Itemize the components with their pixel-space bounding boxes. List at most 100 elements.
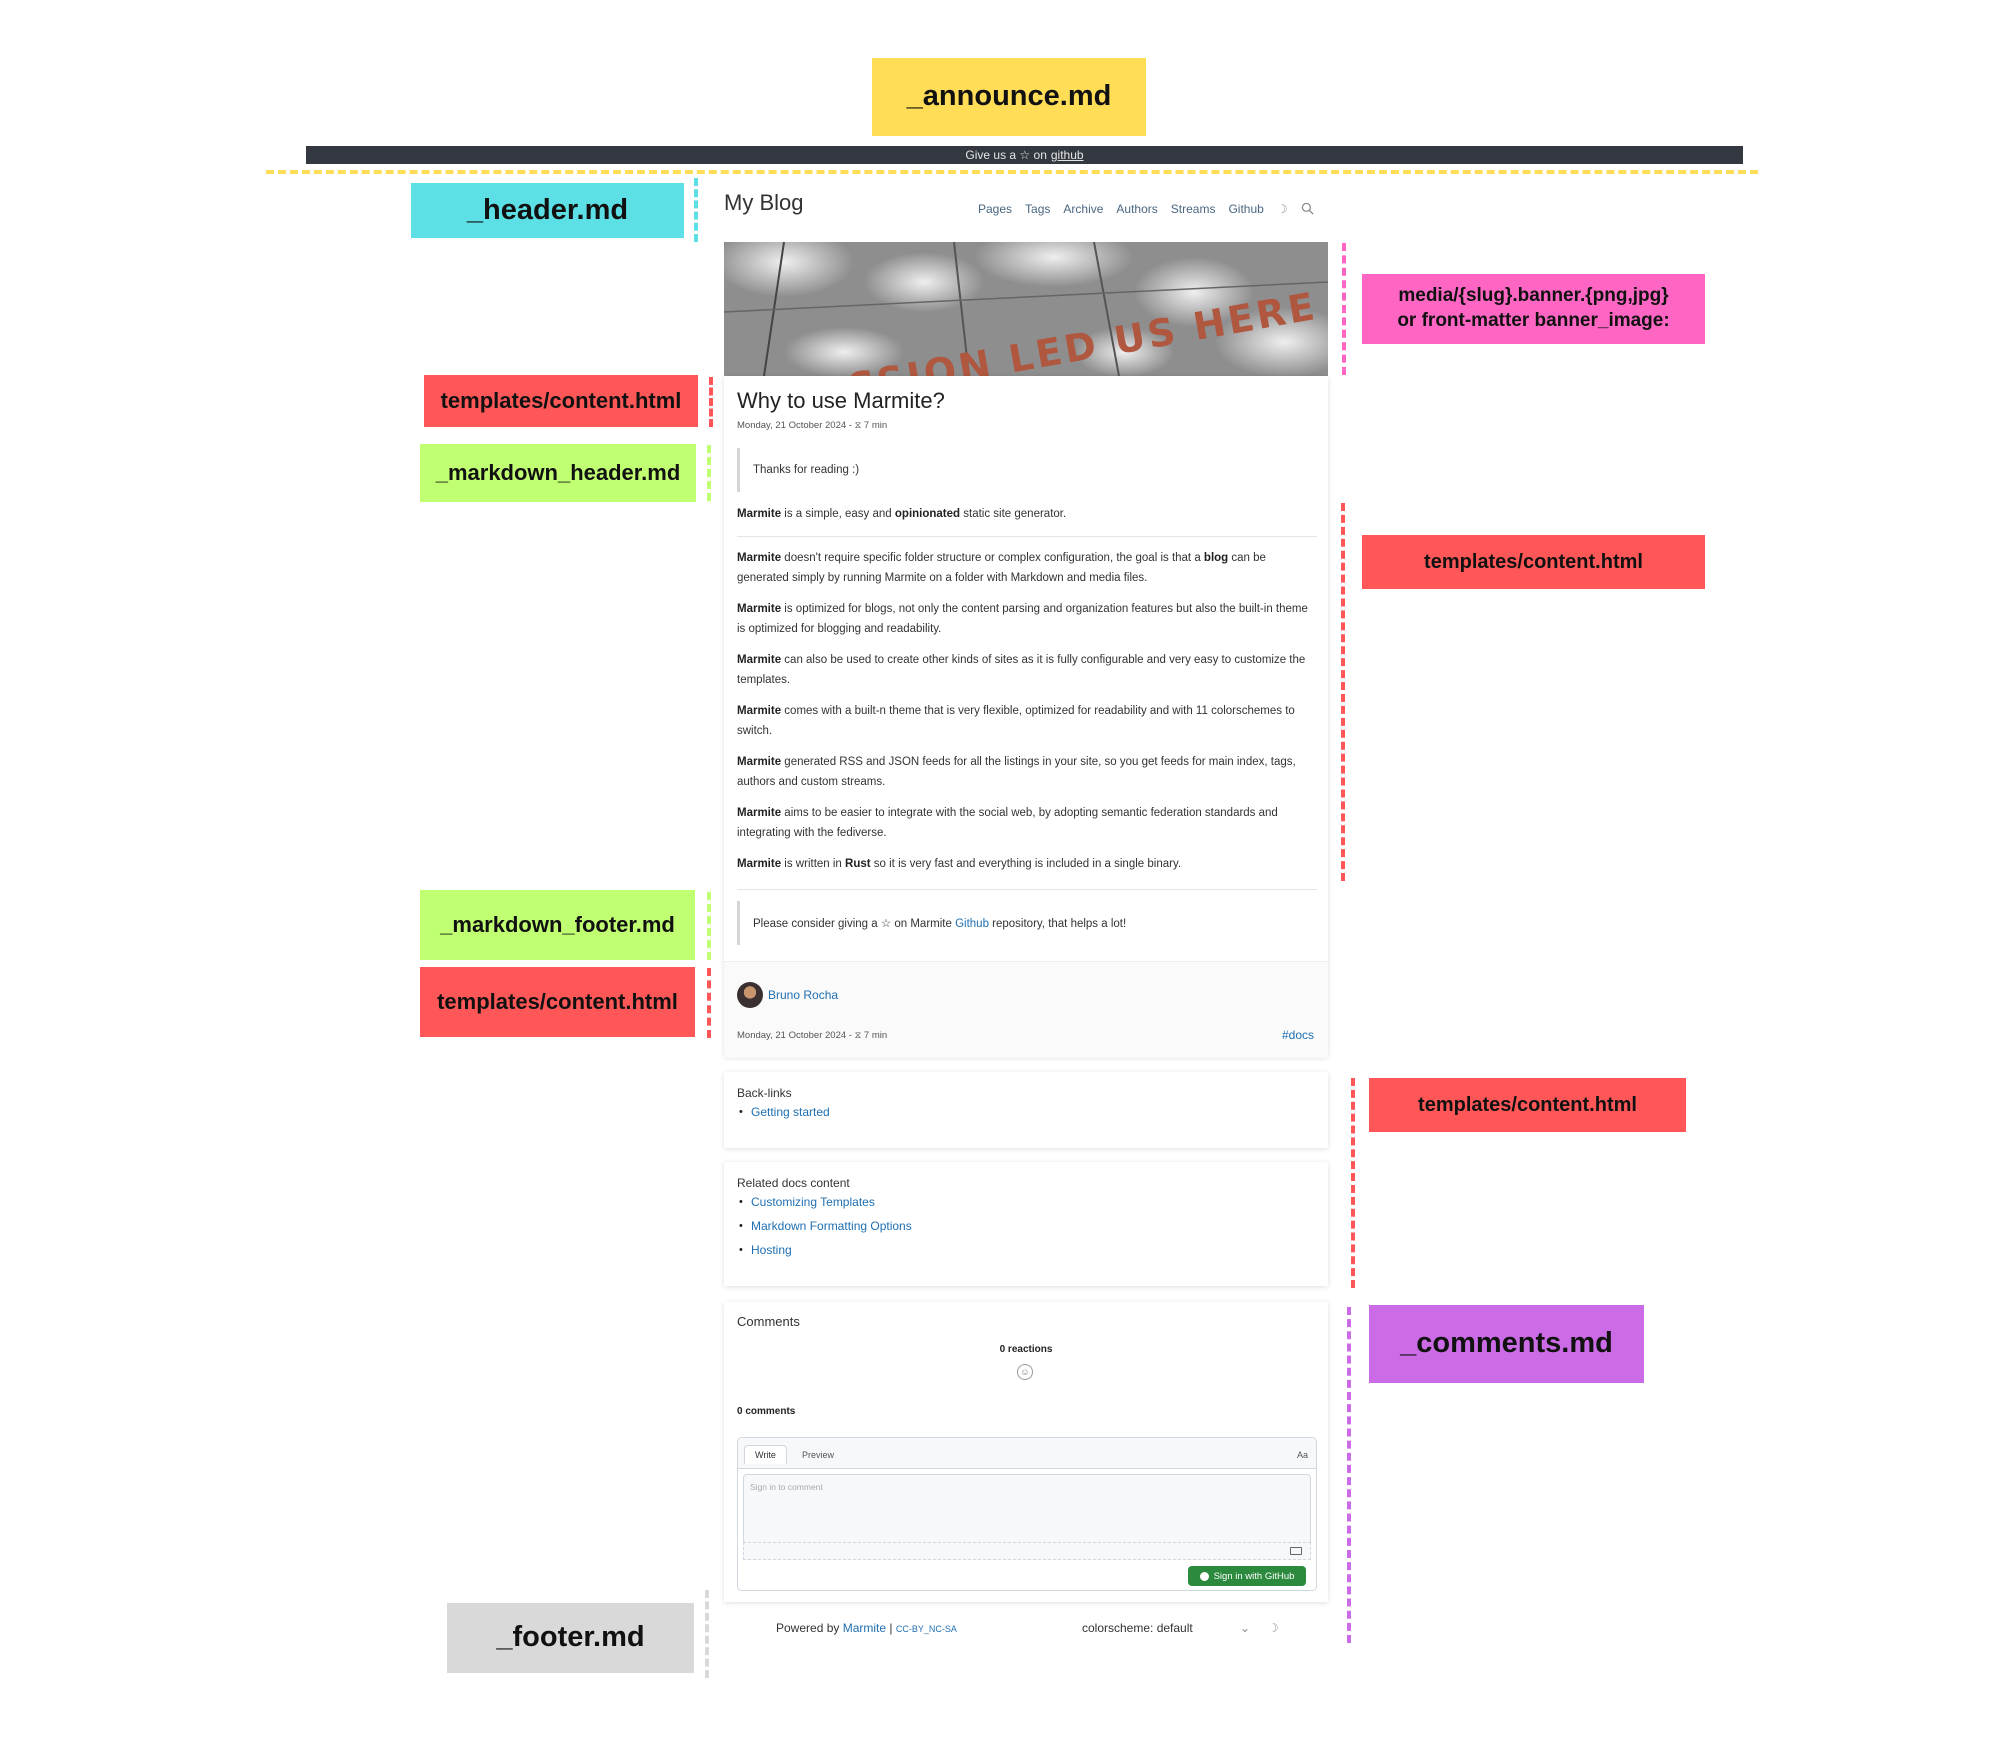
markdown-footer-label: _markdown_footer.md	[420, 890, 695, 960]
sign-in-github-button[interactable]: Sign in with GitHub	[1188, 1566, 1306, 1586]
related-card: Related docs content Customizing Templat…	[724, 1162, 1328, 1286]
body-paragraph: Marmite generated RSS and JSON feeds for…	[737, 752, 1317, 792]
nav-tags[interactable]: Tags	[1025, 202, 1050, 216]
content-author-guide-line	[707, 968, 711, 1038]
header-label: _header.md	[411, 183, 684, 238]
comments-title: Comments	[737, 1314, 800, 1329]
content-title-guide-line	[709, 377, 713, 427]
comments-count: 0 comments	[737, 1406, 796, 1417]
announce-bar: Give us a ☆ on github	[306, 146, 1743, 164]
article-footer: Bruno Rocha Monday, 21 October 2024 - ⧖ …	[724, 961, 1328, 1058]
content-author-label: templates/content.html	[420, 967, 695, 1037]
text-format-toggle[interactable]: Aa	[1297, 1450, 1308, 1460]
intro-bold-2: opinionated	[894, 508, 961, 520]
para-bold: Marmite	[737, 603, 782, 615]
intro-text-1: is a simple, easy and	[781, 508, 895, 520]
backlinks-card: Back-links Getting started	[724, 1072, 1328, 1148]
comments-guide-line	[1347, 1307, 1351, 1643]
body-paragraph: Marmite is optimized for blogs, not only…	[737, 599, 1317, 639]
avatar[interactable]	[737, 982, 763, 1008]
markdown-header-text: Thanks for reading :)	[753, 464, 860, 476]
colorscheme-selector[interactable]: colorscheme: default	[1082, 1621, 1193, 1635]
banner-label-line1: media/{slug}.banner.{png,jpg}	[1398, 285, 1669, 307]
backlink-item[interactable]: Getting started	[739, 1100, 830, 1124]
nav-streams[interactable]: Streams	[1171, 202, 1216, 216]
content-links-label: templates/content.html	[1369, 1078, 1686, 1132]
sign-in-label: Sign in with GitHub	[1213, 1570, 1295, 1582]
comment-textarea[interactable]: Sign in to comment	[743, 1474, 1311, 1544]
para-text: aims to be easier to integrate with the …	[737, 807, 1278, 839]
body-paragraph: Marmite aims to be easier to integrate w…	[737, 803, 1317, 843]
author-link[interactable]: Bruno Rocha	[768, 988, 838, 1002]
markdown-icon	[1290, 1547, 1302, 1555]
para-bold: Marmite	[737, 756, 782, 768]
body-paragraph: Marmite doesn't require specific folder …	[737, 548, 1317, 588]
search-icon[interactable]	[1301, 202, 1314, 216]
para-text: generated RSS and JSON feeds for all the…	[737, 756, 1296, 788]
para-bold: Marmite	[737, 705, 782, 717]
markdown-footer-guide-line	[707, 892, 711, 960]
footer-label: _footer.md	[447, 1603, 694, 1673]
content-body-guide-line	[1341, 503, 1345, 881]
github-icon	[1199, 1571, 1209, 1581]
markdown-header-quote: Thanks for reading :)	[737, 448, 1313, 492]
nav-pages[interactable]: Pages	[978, 202, 1012, 216]
colorscheme-label: colorscheme: default	[1082, 1621, 1193, 1635]
markdown-hint-bar	[743, 1542, 1311, 1560]
powered-by-text: Powered by	[776, 1621, 840, 1635]
para-text: is optimized for blogs, not only the con…	[737, 603, 1308, 635]
markdown-footer-text-end: repository, that helps a lot!	[988, 918, 1127, 930]
backlinks-list: Getting started	[724, 1100, 830, 1124]
colorscheme-chevron-icon[interactable]: ⌄	[1240, 1621, 1250, 1635]
footer-post-meta: Monday, 21 October 2024 - ⧖ 7 min	[737, 1030, 888, 1041]
post-body: Marmite doesn't require specific folder …	[737, 548, 1317, 885]
marmite-link[interactable]: Marmite	[843, 1621, 886, 1635]
tab-write[interactable]: Write	[744, 1445, 787, 1464]
site-title[interactable]: My Blog	[724, 190, 803, 216]
post-title: Why to use Marmite?	[737, 388, 945, 413]
theme-toggle-icon[interactable]: ☽	[1277, 202, 1288, 216]
para-text: comes with a built-n theme that is very …	[737, 705, 1295, 737]
para-text: doesn't require specific folder structur…	[781, 552, 1204, 564]
footer-guide-line	[705, 1590, 709, 1678]
related-item[interactable]: Markdown Formatting Options	[739, 1214, 912, 1238]
markdown-footer-quote: Please consider giving a ☆ on Marmite Gi…	[737, 901, 1313, 945]
markdown-header-guide-line	[707, 445, 711, 501]
intro-text-2: static site generator.	[960, 508, 1067, 520]
markdown-header-label: _markdown_header.md	[420, 444, 696, 502]
add-reaction-icon[interactable]: ☺	[1017, 1364, 1033, 1380]
nav-github[interactable]: Github	[1228, 202, 1263, 216]
announce-label: _announce.md	[872, 58, 1146, 136]
site-footer: Powered by Marmite | CC-BY_NC-SA	[776, 1621, 957, 1635]
intro-bold-1: Marmite	[737, 508, 782, 520]
content-title-label: templates/content.html	[424, 375, 698, 427]
banner-image: PASSION LED US HERE	[724, 242, 1328, 376]
markdown-footer-github-link[interactable]: Github	[955, 918, 989, 930]
content-links-guide-line	[1351, 1078, 1355, 1288]
theme-moon-icon[interactable]: ☽	[1268, 1621, 1279, 1635]
tab-preview[interactable]: Preview	[802, 1450, 834, 1460]
body-divider	[737, 889, 1317, 890]
announce-guide-line	[266, 170, 1758, 174]
para-text: can also be used to create other kinds o…	[737, 654, 1306, 686]
announce-text: Give us a ☆ on	[965, 148, 1047, 162]
para-text: is written in	[781, 858, 846, 870]
banner-label-line2: or front-matter banner_image:	[1397, 310, 1670, 331]
para-bold: Marmite	[737, 552, 782, 564]
license-link[interactable]: CC-BY_NC-SA	[896, 1624, 957, 1634]
nav-authors[interactable]: Authors	[1116, 202, 1157, 216]
nav-archive[interactable]: Archive	[1063, 202, 1103, 216]
announce-github-link[interactable]: github	[1051, 148, 1084, 162]
para-bold: blog	[1203, 552, 1229, 564]
intro-divider	[737, 536, 1317, 537]
para-text: so it is very fast and everything is inc…	[870, 858, 1182, 870]
banner-label: media/{slug}.banner.{png,jpg} or front-m…	[1362, 274, 1705, 344]
main-nav: Pages Tags Archive Authors Streams Githu…	[978, 202, 1314, 216]
footer-separator: |	[889, 1621, 893, 1635]
body-paragraph: Marmite can also be used to create other…	[737, 650, 1317, 690]
related-item[interactable]: Hosting	[739, 1238, 912, 1262]
related-item[interactable]: Customizing Templates	[739, 1190, 912, 1214]
tag-link[interactable]: #docs	[1282, 1028, 1314, 1042]
comment-box: Write Preview Aa Sign in to comment Sign…	[737, 1437, 1317, 1591]
banner-guide-line	[1342, 243, 1346, 375]
